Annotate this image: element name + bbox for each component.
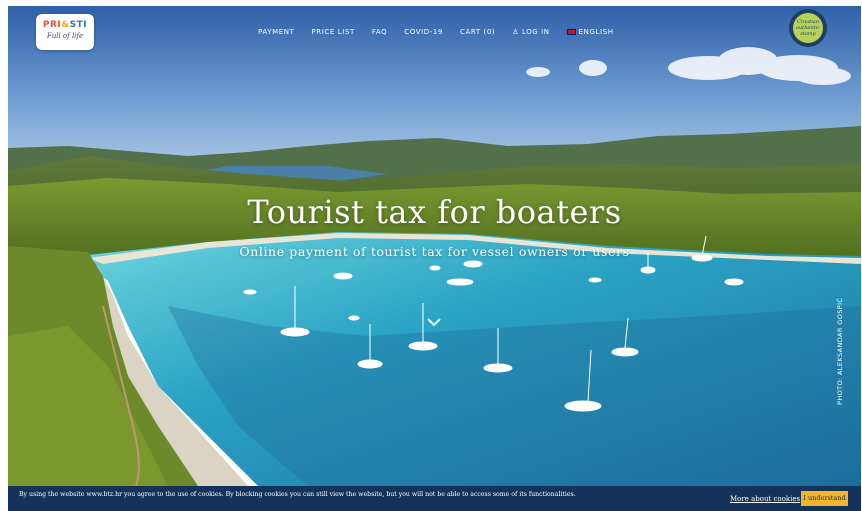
badge-inner: Croatian authentic stamp — [793, 13, 823, 43]
badge-label: Croatian authentic stamp — [795, 19, 821, 37]
hero-title: Tourist tax for boaters — [247, 193, 622, 231]
accept-cookies-button[interactable]: I understand — [801, 491, 848, 506]
user-icon: ♙ — [512, 28, 522, 36]
page-frame: PRI&STI Full of life PAYMENT PRICE LIST … — [8, 6, 861, 511]
nav-language-link[interactable]: ENGLISH — [566, 28, 614, 36]
photo-credit-text: PHOTO: ALEKSANDAR GOSPIĆ — [836, 297, 844, 405]
logo-wordmark: PRI&STI — [42, 20, 88, 30]
nav-payment-link[interactable]: PAYMENT — [258, 28, 294, 36]
logo-tagline: Full of life — [46, 32, 84, 40]
nav-language-label: ENGLISH — [578, 28, 614, 36]
more-about-cookies-link[interactable]: More about cookies — [730, 495, 800, 503]
nav-cart-link[interactable]: CART (0) — [460, 28, 495, 36]
uk-flag-icon — [566, 29, 576, 35]
nav-faq-link[interactable]: FAQ — [372, 28, 387, 36]
site-logo[interactable]: PRI&STI Full of life — [36, 14, 94, 50]
authentic-stamp-badge: Croatian authentic stamp — [789, 9, 827, 47]
photo-credit: PHOTO: ALEKSANDAR GOSPIĆ — [834, 298, 848, 408]
cookie-consent-bar: By using the website www.btz.hr you agre… — [8, 486, 861, 511]
top-navigation-bar: PRI&STI Full of life PAYMENT PRICE LIST … — [8, 6, 861, 61]
main-nav: PAYMENT PRICE LIST FAQ COVID-19 CART (0)… — [258, 28, 631, 36]
hero-subtitle: Online payment of tourist tax for vessel… — [239, 244, 630, 259]
nav-login-label: LOG IN — [521, 28, 550, 36]
nav-covid-link[interactable]: COVID-19 — [404, 28, 443, 36]
cookie-message: By using the website www.btz.hr you agre… — [19, 491, 576, 498]
chevron-down-icon[interactable] — [426, 316, 442, 328]
nav-price-list-link[interactable]: PRICE LIST — [311, 28, 354, 36]
nav-login-link[interactable]: ♙ LOG IN — [512, 28, 549, 36]
